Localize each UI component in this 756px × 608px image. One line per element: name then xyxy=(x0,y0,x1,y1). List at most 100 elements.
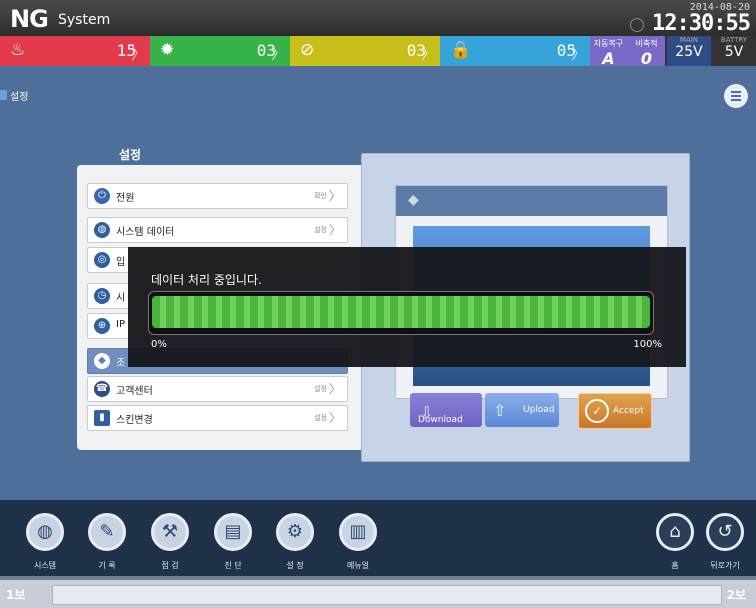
progress-message: 데이터 처리 중입니다. xyxy=(151,273,262,287)
main-label: MAIN xyxy=(679,36,699,44)
plug-icon: ⏻ xyxy=(94,188,110,204)
dock-label: 기 록 xyxy=(98,561,116,570)
globe-icon: ◍ xyxy=(94,222,110,238)
broadcast-label: 비축적 xyxy=(635,39,658,48)
accept-label: Accept xyxy=(613,406,644,416)
broadcast-status: 비축적 0 xyxy=(628,36,665,68)
footer-track xyxy=(52,585,722,605)
footer-left: 1보 xyxy=(6,588,26,602)
row-action: 설정 xyxy=(314,226,327,234)
cube-icon: ◆ xyxy=(94,353,110,369)
auto-restore-label: 자동복구 xyxy=(593,39,624,48)
back-arrow-icon: ↺ xyxy=(717,521,733,542)
crosshair-icon: ⊕ xyxy=(94,318,110,334)
power-status: MAIN 25V BATTRY 5V xyxy=(665,36,756,66)
check-icon: ✓ xyxy=(585,399,609,423)
logo-text: System xyxy=(58,12,111,28)
row-label: 입 xyxy=(116,257,126,268)
dock-manual-button[interactable]: ▥ xyxy=(339,513,377,551)
compass-icon: ◎ xyxy=(94,252,110,268)
chevron-right-icon: 〉 xyxy=(130,44,147,63)
row-label: 전원 xyxy=(116,193,135,204)
battery-voltage: BATTRY 5V xyxy=(712,36,756,66)
row-action: 설정 xyxy=(314,414,327,422)
gear-icon: ⚙ xyxy=(286,521,304,542)
book-icon: ▮ xyxy=(94,410,110,426)
auto-restore-value: A xyxy=(602,49,615,68)
phone-icon: ☎ xyxy=(94,381,110,397)
settings-row-system-data[interactable]: ◍ 시스템 데이터 설정 〉 xyxy=(87,217,348,243)
battery-label: BATTRY xyxy=(720,36,748,44)
status-disabled[interactable]: ⊘ 03 〉 xyxy=(290,36,440,66)
pencil-icon: ✎ xyxy=(99,521,115,542)
clock-icon: ◷ xyxy=(94,288,110,304)
status-fire[interactable]: ♨ 15 〉 xyxy=(0,36,150,66)
test-icon: ⚒ xyxy=(161,521,179,542)
dock-label: 설 정 xyxy=(286,561,304,570)
dock-test-button[interactable]: ⚒ xyxy=(151,513,189,551)
lock-icon: 🔒 xyxy=(450,40,472,60)
gear-icon: ✹ xyxy=(160,40,175,60)
dock-label: 메뉴얼 xyxy=(346,561,370,570)
fire-icon: ♨ xyxy=(10,40,26,60)
progress-min-label: 0% xyxy=(151,339,167,350)
auto-status[interactable]: 자동복구 A 비축적 0 xyxy=(590,36,665,68)
dock-label: 진 단 xyxy=(224,561,242,570)
dock-settings-button[interactable]: ⚙ xyxy=(276,513,314,551)
row-action: 설정 xyxy=(314,385,327,393)
clock-icon xyxy=(630,18,644,32)
row-label: IP xyxy=(116,319,125,330)
chevron-right-icon: 〉 xyxy=(570,44,587,63)
footer-right: 2보 xyxy=(726,588,746,602)
time-display: 12:30:55 xyxy=(652,11,751,36)
chevron-right-icon: 〉 xyxy=(270,44,287,63)
home-icon: ⌂ xyxy=(669,521,681,542)
home-button[interactable]: ⌂ xyxy=(656,513,694,551)
clipboard-icon: ▤ xyxy=(224,521,242,542)
chevron-right-icon: 〉 xyxy=(420,44,437,63)
progress-bar xyxy=(148,291,654,335)
dock-label: 점 검 xyxy=(161,561,179,570)
manual-icon: ▥ xyxy=(349,521,367,542)
upload-label: Upload xyxy=(523,405,555,415)
status-lock[interactable]: 🔒 05 〉 xyxy=(440,36,590,66)
upload-button[interactable]: ⇧ Upload xyxy=(485,393,559,427)
home-label: 홈 xyxy=(671,561,679,570)
chevron-right-icon: 〉 xyxy=(328,223,341,237)
download-label: Download xyxy=(418,415,463,425)
breadcrumb: 설정 xyxy=(10,92,29,103)
settings-row-power[interactable]: ⏻ 전원 확인 〉 xyxy=(87,183,348,209)
skin-header: ◆ xyxy=(396,186,667,216)
status-trouble[interactable]: ✹ 03 〉 xyxy=(150,36,290,66)
row-label: 스킨변경 xyxy=(116,415,153,426)
settings-tab[interactable]: 설정 xyxy=(90,143,170,167)
logo-mark: NG xyxy=(10,5,49,33)
dock-diagnosis-button[interactable]: ▤ xyxy=(214,513,252,551)
chevron-right-icon: 〉 xyxy=(328,411,341,425)
chevron-right-icon: 〉 xyxy=(328,382,341,396)
accept-button[interactable]: ✓ Accept xyxy=(578,393,652,429)
usb-icon: ⇧ xyxy=(493,401,507,420)
top-bar: NG System 2014-08-20 12:30:55 xyxy=(0,0,756,36)
dock-system-button[interactable]: ◍ xyxy=(26,513,64,551)
battery-value: 5V xyxy=(724,44,744,60)
dock-log-button[interactable]: ✎ xyxy=(88,513,126,551)
progress-fill xyxy=(152,296,650,328)
back-button[interactable]: ↺ xyxy=(706,513,744,551)
back-label: 뒤로가기 xyxy=(710,561,740,570)
cube-icon: ◆ xyxy=(408,192,419,208)
row-label: 고객센터 xyxy=(116,386,153,397)
settings-row-skin[interactable]: ▮ 스킨변경 설정 〉 xyxy=(87,405,348,431)
row-label: 시스템 데이터 xyxy=(116,227,175,238)
menu-icon[interactable] xyxy=(724,84,748,108)
chevron-right-icon: 〉 xyxy=(328,189,341,203)
logo: NG System xyxy=(10,5,110,33)
row-action: 확인 xyxy=(314,192,327,200)
settings-row-customer-center[interactable]: ☎ 고객센터 설정 〉 xyxy=(87,376,348,402)
breadcrumb-marker xyxy=(0,90,7,100)
auto-restore: 자동복구 A xyxy=(590,36,627,68)
row-label: 시 xyxy=(116,293,126,304)
main-voltage: MAIN 25V xyxy=(667,36,711,66)
download-button[interactable]: ⇩ Download xyxy=(410,393,482,427)
main-value: 25V xyxy=(675,44,703,60)
